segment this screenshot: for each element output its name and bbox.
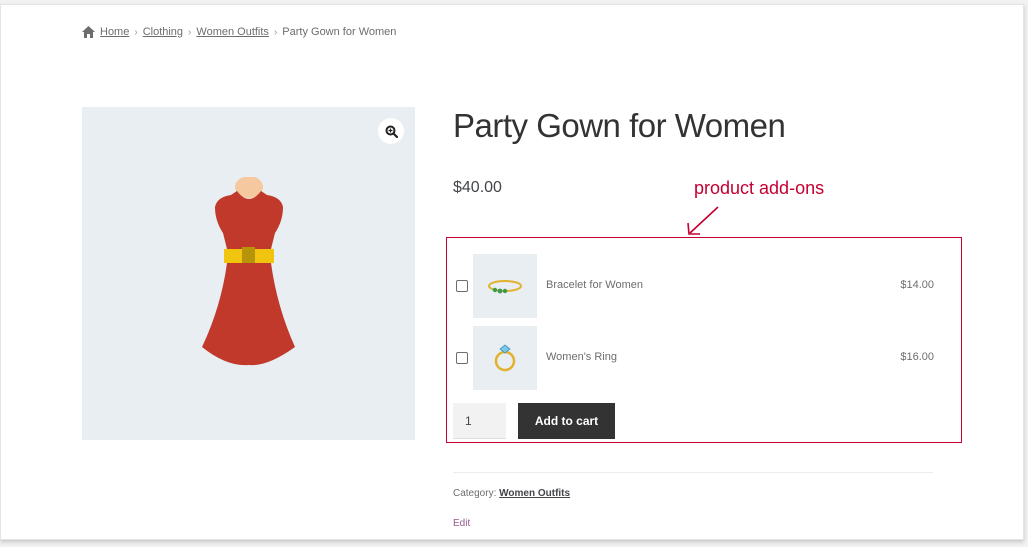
category-link[interactable]: Women Outfits — [499, 488, 570, 499]
ring-icon — [494, 344, 516, 372]
breadcrumb-current: Party Gown for Women — [282, 26, 397, 38]
breadcrumb-women-outfits-link[interactable]: Women Outfits — [196, 26, 269, 38]
category-label: Category: — [453, 488, 497, 499]
zoom-button[interactable] — [378, 118, 404, 144]
bracelet-icon — [488, 280, 522, 294]
addon-row: Bracelet for Women $14.00 — [447, 254, 961, 318]
product-title: Party Gown for Women — [453, 107, 786, 144]
annotation-arrow-icon — [687, 206, 719, 235]
product-addons-panel: Bracelet for Women $14.00 Women's Ring $… — [446, 237, 962, 443]
addon-price: $14.00 — [900, 279, 934, 291]
addon-name: Bracelet for Women — [546, 279, 644, 291]
product-gallery[interactable] — [82, 107, 415, 440]
breadcrumb: Home › Clothing › Women Outfits › Party … — [82, 26, 396, 38]
addon-checkbox[interactable] — [456, 280, 468, 292]
breadcrumb-home-link[interactable]: Home — [100, 26, 129, 38]
addon-thumbnail[interactable] — [473, 326, 537, 390]
breadcrumb-separator: › — [188, 26, 192, 38]
magnifier-icon — [385, 125, 398, 138]
breadcrumb-clothing-link[interactable]: Clothing — [143, 26, 183, 38]
breadcrumb-separator: › — [134, 26, 138, 38]
addon-row: Women's Ring $16.00 — [447, 326, 961, 390]
addon-price: $16.00 — [900, 351, 934, 363]
product-page: Home › Clothing › Women Outfits › Party … — [0, 4, 1024, 540]
breadcrumb-separator: › — [273, 26, 278, 38]
addon-checkbox[interactable] — [456, 352, 468, 364]
meta-divider — [453, 472, 933, 473]
home-icon — [82, 26, 95, 38]
addon-thumbnail[interactable] — [473, 254, 537, 318]
product-price: $40.00 — [453, 179, 502, 196]
dress-image — [202, 177, 295, 366]
quantity-input[interactable]: 1 — [453, 403, 506, 439]
addon-name: Women's Ring — [546, 351, 617, 363]
product-category: Category: Women Outfits — [453, 488, 570, 499]
edit-link[interactable]: Edit — [453, 518, 470, 529]
annotation-label: product add-ons — [694, 178, 825, 198]
add-to-cart-button[interactable]: Add to cart — [518, 403, 615, 439]
